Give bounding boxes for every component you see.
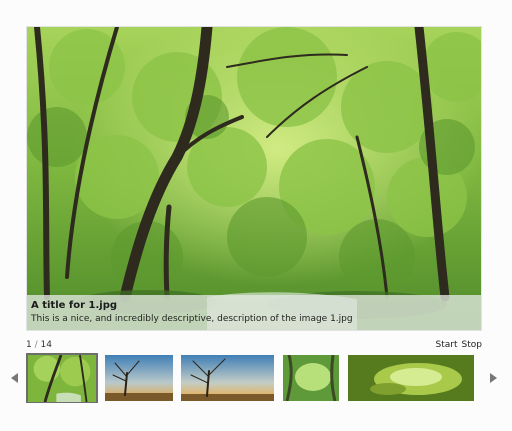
thumbnail-3[interactable] bbox=[181, 355, 274, 401]
start-button[interactable]: Start bbox=[436, 340, 458, 350]
forest-photo bbox=[27, 27, 481, 330]
caption-panel: A title for 1.jpg This is a nice, and in… bbox=[27, 295, 481, 330]
thumbnail-image bbox=[105, 355, 173, 401]
image-title: A title for 1.jpg bbox=[31, 300, 118, 311]
slideshow-controls: Start Stop bbox=[436, 340, 482, 350]
current-index: 1 bbox=[26, 340, 32, 350]
stop-button[interactable]: Stop bbox=[462, 340, 482, 350]
image-description: This is a nice, and incredibly descripti… bbox=[31, 314, 353, 324]
thumbnail-image bbox=[181, 355, 274, 401]
triangle-left-icon[interactable] bbox=[11, 373, 18, 383]
thumbnail-2[interactable] bbox=[105, 355, 173, 401]
thumbnail-4[interactable] bbox=[283, 355, 339, 401]
thumbnail-1[interactable] bbox=[26, 353, 98, 403]
slide-counter: 1 / 14 bbox=[26, 340, 52, 350]
thumbnail-strip bbox=[26, 353, 476, 403]
main-image[interactable]: A title for 1.jpg This is a nice, and in… bbox=[26, 26, 482, 331]
thumbnail-5[interactable] bbox=[348, 355, 474, 401]
thumbnail-image bbox=[348, 355, 474, 401]
total-count: 14 bbox=[40, 340, 52, 350]
triangle-right-icon[interactable] bbox=[490, 373, 497, 383]
counter-separator: / bbox=[34, 340, 38, 350]
thumbnail-image bbox=[283, 355, 339, 401]
image-gallery: A title for 1.jpg This is a nice, and in… bbox=[0, 0, 512, 431]
thumbnail-image bbox=[28, 355, 96, 402]
